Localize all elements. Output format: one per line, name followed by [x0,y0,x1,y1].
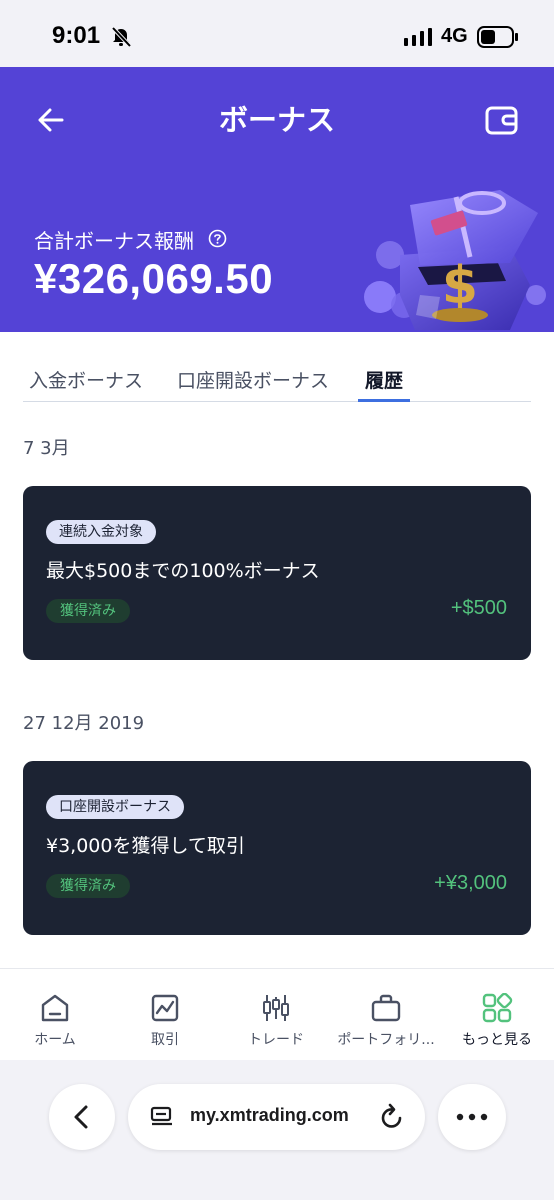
nav-home[interactable]: ホーム [0,969,110,1061]
tab-deposit-bonus[interactable]: 入金ボーナス [29,366,143,393]
grid-icon [482,993,513,1023]
bonus-title: 最大$500までの100%ボーナス [46,560,320,582]
total-bonus-label: 合計ボーナス報酬 [34,229,194,253]
network-label: 4G [441,25,468,47]
reader-mode-icon [150,1106,172,1126]
bonus-history-card[interactable]: 口座開設ボーナス ¥3,000を獲得して取引 獲得済み +¥3,000 [23,761,531,935]
total-bonus-amount: ¥326,069.50 [34,255,274,302]
nav-label: ポートフォリ... [337,1032,435,1048]
date-heading: 27 12月 2019 [23,713,145,734]
bonus-history-card[interactable]: 連続入金対象 最大$500までの100%ボーナス 獲得済み +$500 [23,486,531,660]
chart-icon [151,994,179,1022]
status-badge: 獲得済み [46,874,130,898]
nav-label: もっと見る [462,1032,532,1048]
home-icon [41,994,69,1022]
bonus-amount: +$500 [450,597,507,619]
page-title: ボーナス [218,103,335,137]
bonus-title: ¥3,000を獲得して取引 [46,835,245,857]
nav-trade-chart[interactable]: 取引 [110,969,220,1061]
reload-icon[interactable] [379,1103,405,1131]
help-icon[interactable] [208,229,227,248]
browser-toolbar: my.xmtrading.com [0,1060,554,1200]
url-text: my.xmtrading.com [190,1105,349,1125]
browser-back-button[interactable] [49,1084,115,1150]
nav-label: ホーム [34,1032,76,1048]
status-badge: 獲得済み [46,599,130,623]
signal-icon [404,28,432,46]
gift-box-illustration: $ [364,190,546,330]
svg-text:$: $ [442,256,478,316]
nav-more[interactable]: もっと見る [442,969,552,1061]
bonus-amount: +¥3,000 [434,872,507,894]
bonus-tag: 口座開設ボーナス [46,795,184,819]
tab-history[interactable]: 履歴 [365,366,403,393]
battery-icon [477,26,518,48]
bonus-tabs: 入金ボーナス 口座開設ボーナス 履歴 [23,360,531,402]
browser-more-button[interactable] [438,1084,506,1150]
briefcase-icon [371,994,401,1022]
tab-account-opening-bonus[interactable]: 口座開設ボーナス [177,366,329,393]
more-dots-icon [456,1113,488,1121]
chevron-left-icon [74,1105,88,1129]
address-bar[interactable]: my.xmtrading.com [128,1084,425,1150]
status-bar: 9:01 4G [0,0,554,67]
bottom-nav: ホーム 取引 トレード ポートフォリ... もっと見る [0,968,554,1060]
date-heading: 7 3月 [23,438,70,459]
wallet-icon[interactable] [484,103,520,137]
nav-label: トレード [248,1032,304,1048]
bonus-tag: 連続入金対象 [46,520,156,544]
nav-label: 取引 [151,1032,179,1048]
bonus-header: ボーナス 合計ボーナス報酬 ¥326,069.50 $ [0,67,554,332]
nav-portfolio[interactable]: ポートフォリ... [331,969,441,1061]
active-tab-indicator [358,399,410,402]
status-time: 9:01 [52,22,101,49]
bell-muted-icon [111,26,132,48]
nav-trade[interactable]: トレード [221,969,331,1061]
candlestick-icon [263,995,289,1021]
